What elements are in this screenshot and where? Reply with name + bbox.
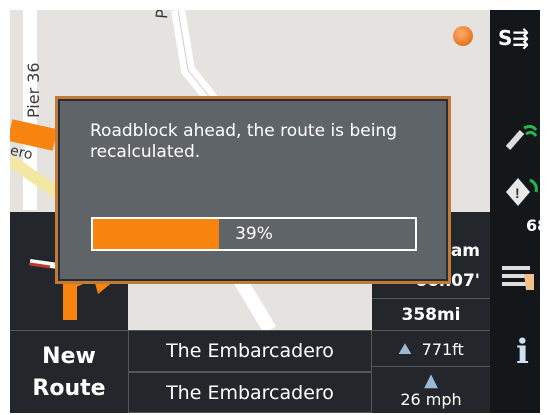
speed-row: ▲ 26 mph: [372, 366, 490, 413]
svg-text:!: !: [515, 185, 520, 201]
dialog-message: Roadblock ahead, the route is being reca…: [90, 121, 397, 162]
new-route-button[interactable]: New Route: [10, 330, 128, 413]
right-sidebar: S⇶ ! 68 i: [490, 10, 540, 413]
progress-bar: 39%: [91, 217, 417, 251]
navigation-screen: Pie Pier 36 ero am ooh07' 358mi ⛰ 771ft: [10, 10, 540, 413]
street-label: Pie: [152, 10, 173, 20]
info-icon[interactable]: i: [516, 332, 529, 372]
recalculation-dialog: Roadblock ahead, the route is being reca…: [55, 96, 451, 284]
next-street: The Embarcadero: [128, 372, 372, 413]
new-route-label-line2: Route: [32, 375, 106, 401]
current-street: The Embarcadero: [128, 330, 372, 372]
altitude-row: ⛰ 771ft: [372, 330, 490, 367]
altitude-value: 771ft: [421, 339, 464, 359]
north-arrow-icon: ▲: [424, 370, 438, 391]
mountain-icon: ⛰: [398, 339, 412, 358]
menu-hand-icon[interactable]: [500, 260, 540, 294]
street-label: Pier 36: [24, 62, 43, 118]
distance-remaining: 358mi: [372, 298, 490, 331]
alert-signal-icon[interactable]: !: [504, 176, 540, 208]
status-number: 68: [526, 216, 540, 235]
poi-marker-icon[interactable]: [453, 26, 473, 46]
satellite-signal-icon[interactable]: [504, 118, 540, 154]
compass-icon[interactable]: S⇶: [498, 26, 540, 52]
progress-label: 39%: [235, 224, 273, 244]
speed-value: 26 mph: [400, 390, 462, 409]
new-route-label-line1: New: [42, 343, 96, 369]
